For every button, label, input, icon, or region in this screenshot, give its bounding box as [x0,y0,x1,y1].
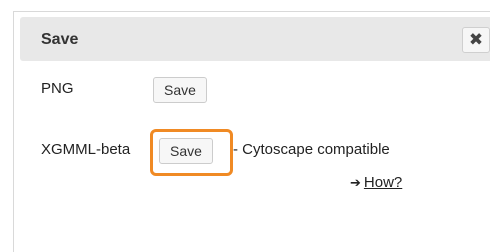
arrow-right-icon: ➔ [350,175,361,190]
save-dialog: Save ✖ PNG Save XGMML-beta Save - Cytosc… [13,11,490,252]
dialog-title-bar: Save ✖ [20,17,490,61]
save-xgmml-button[interactable]: Save [159,138,213,164]
cytoscape-compatible-note: - Cytoscape compatible [233,141,390,158]
png-label: PNG [41,80,74,97]
save-png-button[interactable]: Save [153,77,207,103]
how-link[interactable]: ➔ How? [350,174,402,191]
how-link-label: How? [363,174,403,191]
close-icon: ✖ [468,30,484,49]
close-button[interactable]: ✖ [462,27,490,53]
dialog-title: Save [41,31,79,48]
xgmml-label: XGMML-beta [41,141,131,158]
